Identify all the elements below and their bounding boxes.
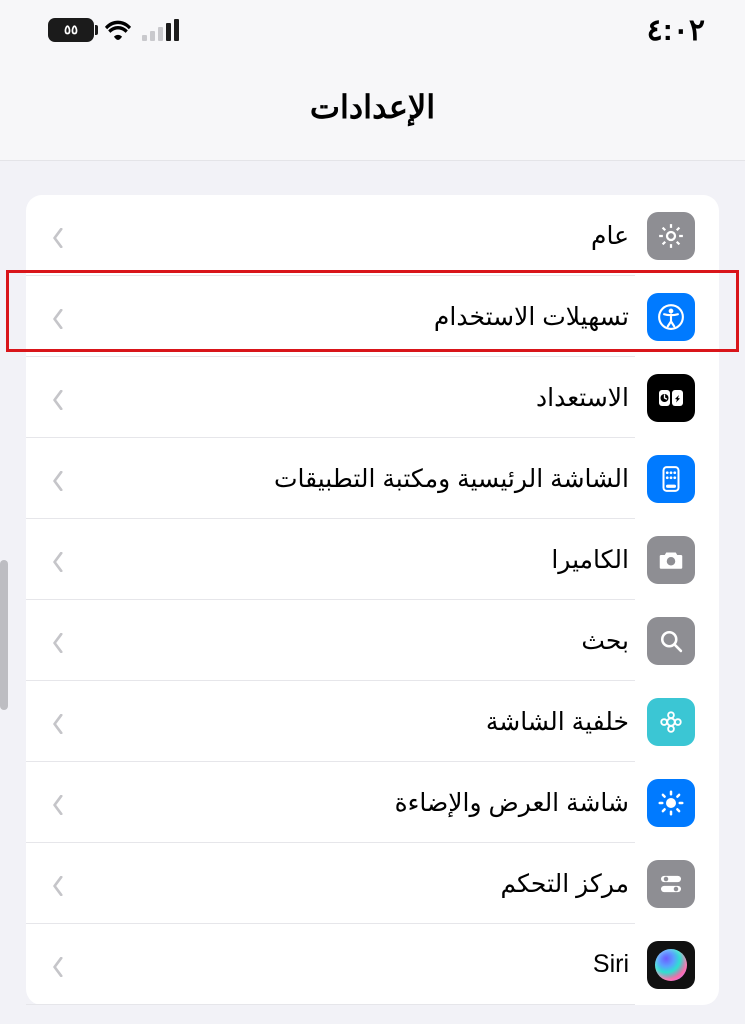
battery-text: ٥٥ (64, 22, 78, 38)
row-label: تسهيلات الاستخدام (66, 302, 629, 332)
status-left-cluster: ٥٥ (48, 18, 179, 42)
row-display-brightness[interactable]: شاشة العرض والإضاءة (26, 762, 719, 843)
row-label: الكاميرا (66, 545, 629, 575)
chevron-left-icon (50, 714, 66, 730)
standby-icon (647, 374, 695, 422)
row-label: خلفية الشاشة (66, 707, 629, 737)
row-label: الشاشة الرئيسية ومكتبة التطبيقات (66, 464, 629, 494)
scrollbar-indicator[interactable] (0, 560, 8, 710)
control-center-icon (647, 860, 695, 908)
chevron-left-icon (50, 471, 66, 487)
row-siri[interactable]: Siri (26, 924, 719, 1005)
row-search[interactable]: بحث (26, 600, 719, 681)
chevron-left-icon (50, 795, 66, 811)
gear-icon (647, 212, 695, 260)
cellular-signal-icon (142, 19, 179, 41)
row-label: Siri (66, 950, 629, 979)
camera-icon (647, 536, 695, 584)
status-clock: ٤:٠٢ (647, 13, 705, 48)
home-screen-icon (647, 455, 695, 503)
row-label: مركز التحكم (66, 869, 629, 899)
row-label: عام (66, 221, 629, 251)
battery-indicator: ٥٥ (48, 18, 94, 42)
search-icon (647, 617, 695, 665)
wifi-icon (104, 19, 132, 41)
row-standby[interactable]: الاستعداد (26, 357, 719, 438)
chevron-left-icon (50, 876, 66, 892)
row-home-screen[interactable]: الشاشة الرئيسية ومكتبة التطبيقات (26, 438, 719, 519)
chevron-left-icon (50, 390, 66, 406)
chevron-left-icon (50, 228, 66, 244)
brightness-icon (647, 779, 695, 827)
page-header: الإعدادات (0, 60, 745, 161)
row-general[interactable]: عام (26, 195, 719, 276)
chevron-left-icon (50, 633, 66, 649)
chevron-left-icon (50, 957, 66, 973)
row-label: بحث (66, 626, 629, 656)
chevron-left-icon (50, 309, 66, 325)
siri-icon (647, 941, 695, 989)
chevron-left-icon (50, 552, 66, 568)
row-label: الاستعداد (66, 383, 629, 413)
status-bar: ٥٥ ٤:٠٢ (0, 0, 745, 60)
row-label: شاشة العرض والإضاءة (66, 788, 629, 818)
accessibility-icon (647, 293, 695, 341)
page-title: الإعدادات (0, 88, 745, 126)
settings-list: عام تسهيلات الاستخدام الاستعداد (26, 195, 719, 1005)
row-camera[interactable]: الكاميرا (26, 519, 719, 600)
row-wallpaper[interactable]: خلفية الشاشة (26, 681, 719, 762)
row-control-center[interactable]: مركز التحكم (26, 843, 719, 924)
wallpaper-icon (647, 698, 695, 746)
row-accessibility[interactable]: تسهيلات الاستخدام (26, 276, 719, 357)
